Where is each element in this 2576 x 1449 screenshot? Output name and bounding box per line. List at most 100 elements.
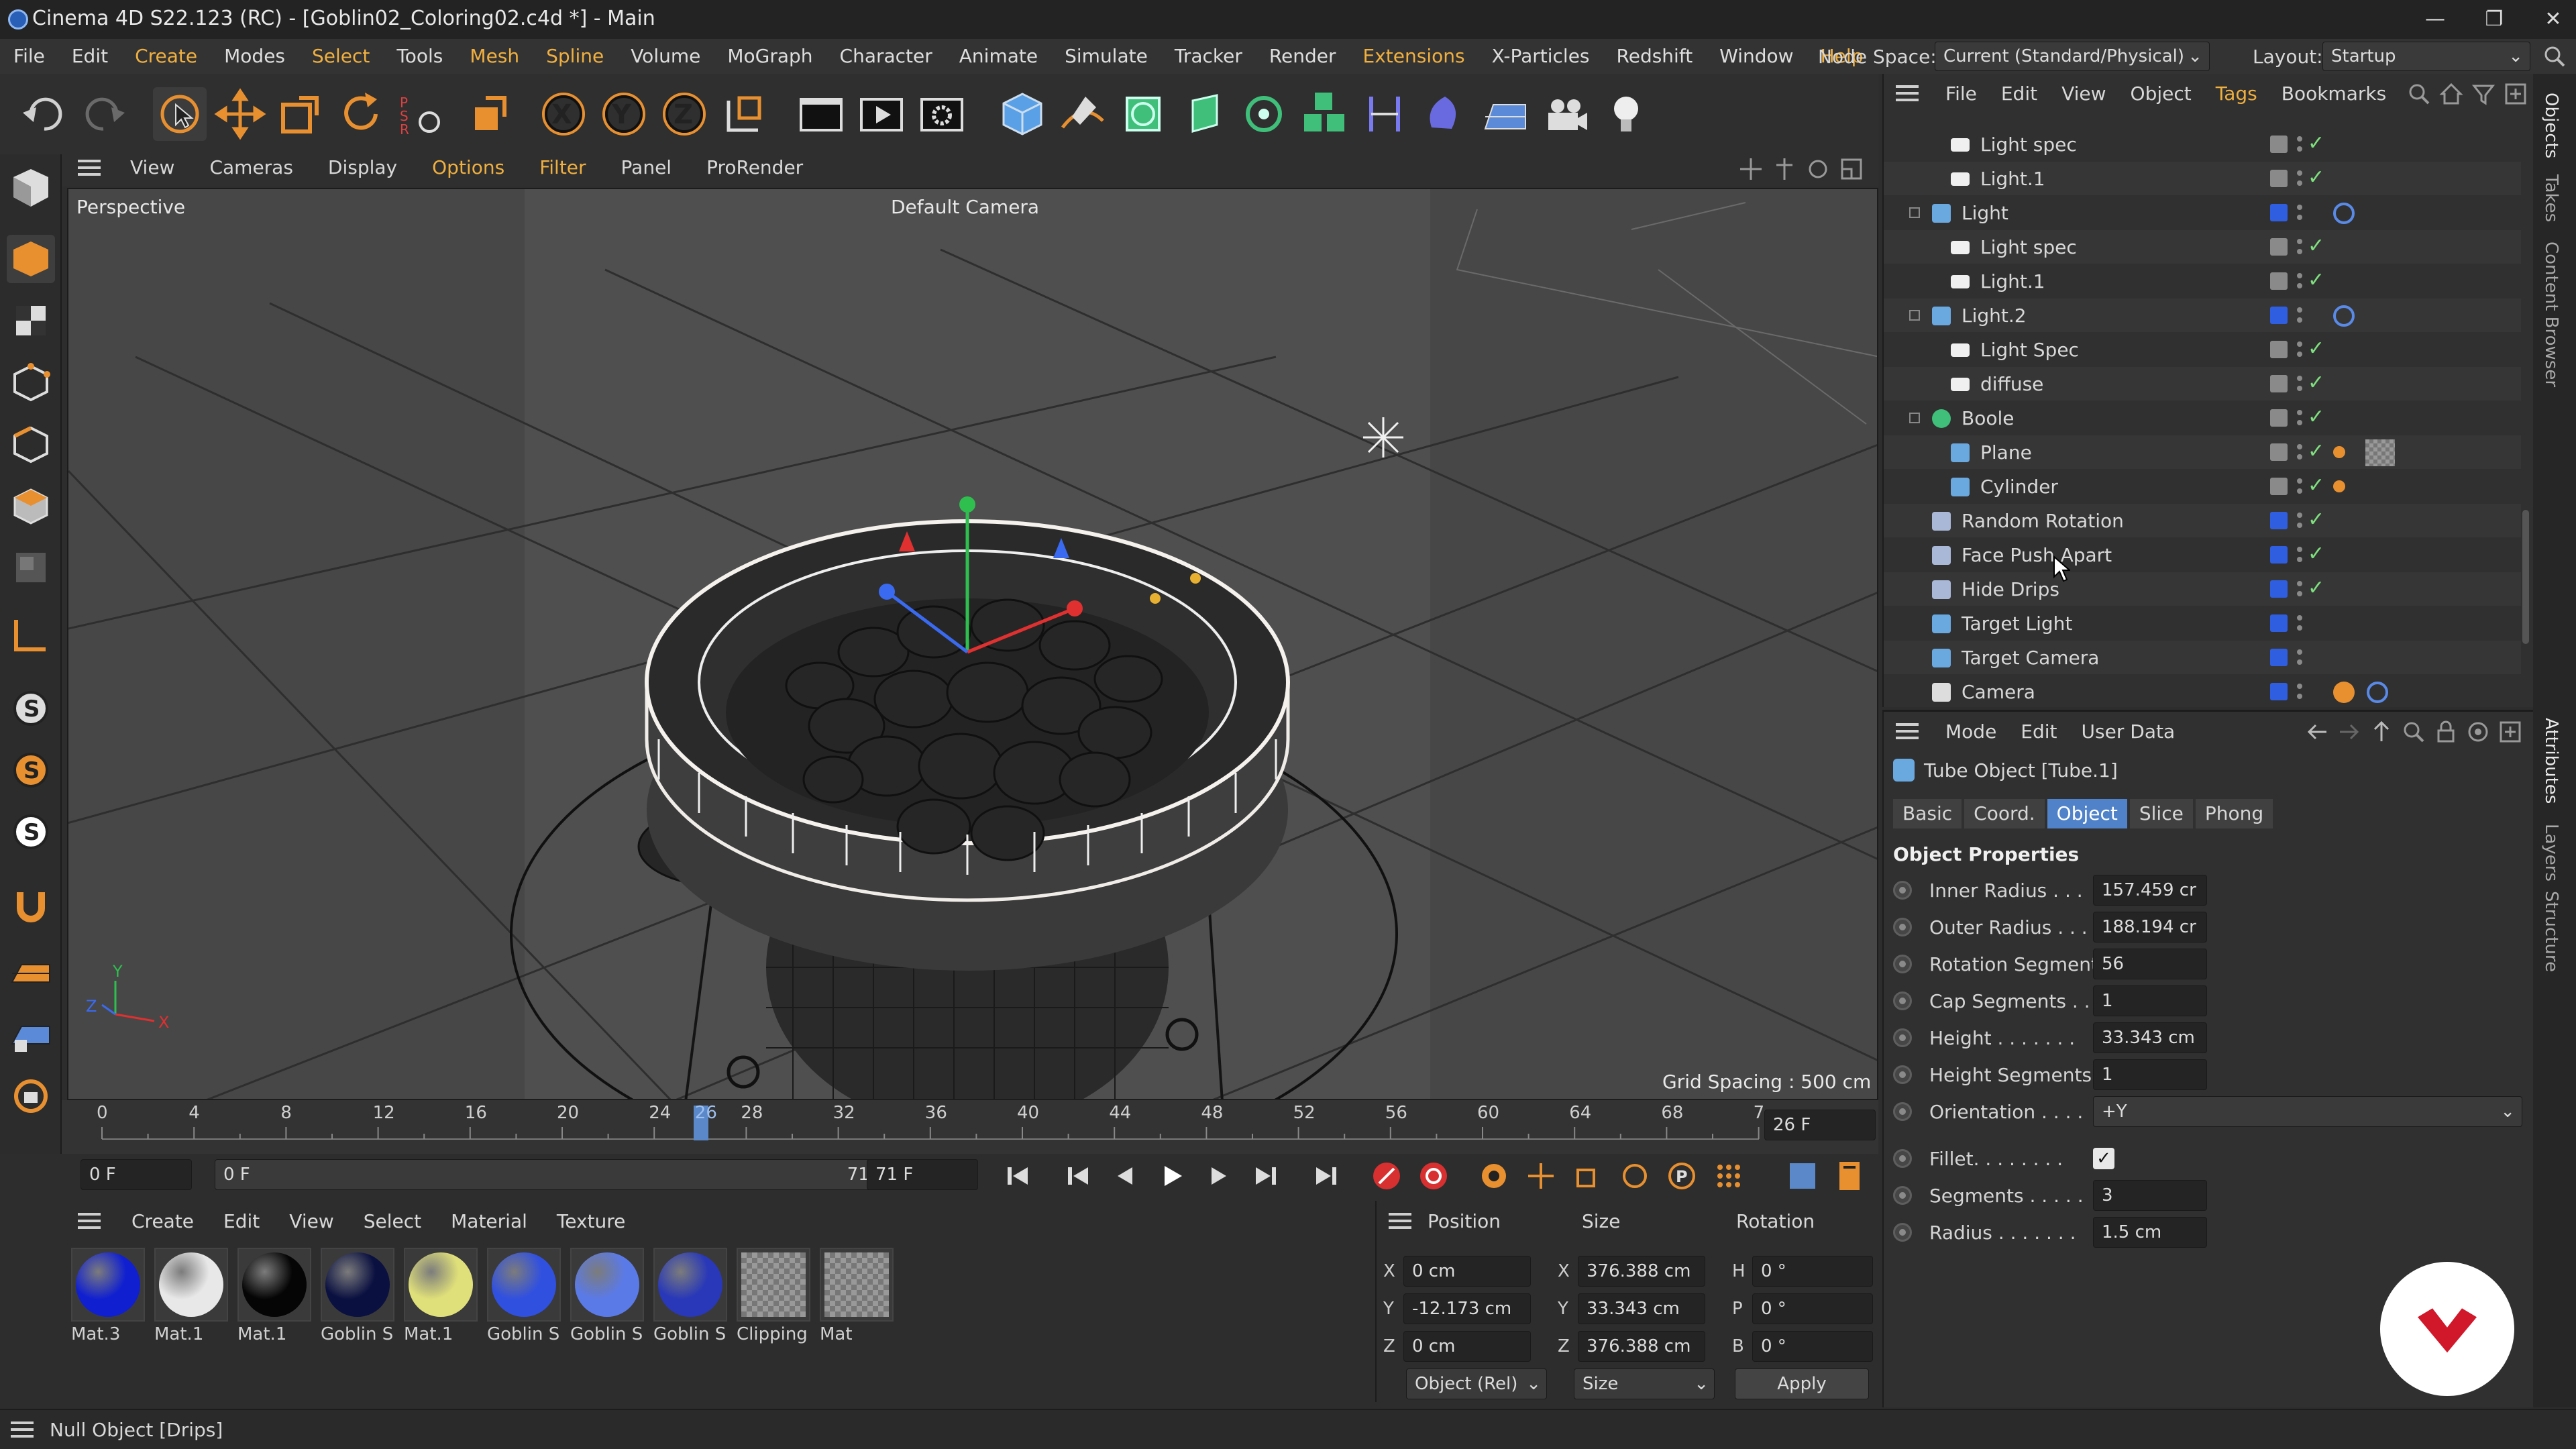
visibility-dots-icon[interactable] <box>2296 271 2304 291</box>
material-tag-icon[interactable] <box>2333 480 2345 492</box>
layer-color-swatch[interactable] <box>2270 546 2288 564</box>
zoom-view-icon[interactable] <box>1772 157 1796 181</box>
visibility-dots-icon[interactable] <box>2296 579 2304 599</box>
menu-spline[interactable]: Spline <box>533 39 617 74</box>
object-menu-view[interactable]: View <box>2049 83 2118 105</box>
snap-icon[interactable]: S <box>7 684 55 733</box>
cloner-icon[interactable] <box>1237 87 1291 141</box>
object-row[interactable]: Cylinder ✓ <box>1884 470 2521 503</box>
attribute-menu-user-data[interactable]: User Data <box>2070 720 2188 743</box>
side-tab-objects[interactable]: Objects <box>2541 93 2561 158</box>
home-icon[interactable] <box>2439 82 2463 106</box>
close-button[interactable]: ✕ <box>2526 4 2576 35</box>
subdivision-surface-icon[interactable] <box>1116 87 1170 141</box>
previous-key-icon[interactable] <box>1061 1159 1095 1193</box>
z-axis-lock-icon[interactable]: Z <box>657 87 711 141</box>
material-menu-view[interactable]: View <box>274 1210 348 1232</box>
key-position-icon[interactable] <box>1524 1159 1558 1193</box>
object-row[interactable]: Target Light <box>1884 606 2521 640</box>
texture-mode-icon[interactable] <box>7 297 55 345</box>
rotation-h-field[interactable]: 0 ° <box>1752 1256 1873 1287</box>
tab-basic[interactable]: Basic <box>1893 799 1962 828</box>
protection-tag-icon[interactable] <box>2333 682 2355 703</box>
search-icon[interactable] <box>2407 82 2431 106</box>
menu-file[interactable]: File <box>0 39 58 74</box>
next-frame-icon[interactable] <box>1202 1159 1236 1193</box>
rotate-view-icon[interactable] <box>1806 157 1830 181</box>
visibility-dots-icon[interactable] <box>2296 237 2304 257</box>
object-row[interactable]: Light spec ✓ <box>1884 230 2521 264</box>
menu-x-particles[interactable]: X-Particles <box>1479 39 1603 74</box>
animation-radio[interactable] <box>1893 1065 1912 1084</box>
layout-dropdown[interactable]: Startup ⌄ <box>2322 42 2530 71</box>
coordinate-system-icon[interactable] <box>718 87 771 141</box>
quantize-icon[interactable]: S <box>7 808 55 856</box>
menu-render[interactable]: Render <box>1256 39 1350 74</box>
timeline-end-frame-field[interactable]: 26 F <box>1764 1110 1876 1140</box>
magnet-icon[interactable] <box>7 879 55 927</box>
timeline-ruler[interactable]: 0 4 8 12 16 20 24 26 28 32 36 40 44 48 52 56 60 64 68 7 26 … <box>62 1100 1878 1154</box>
layer-color-swatch[interactable] <box>2270 443 2288 461</box>
size-mode-dropdown[interactable]: Size ⌄ <box>1574 1368 1715 1399</box>
visibility-dots-icon[interactable] <box>2296 168 2304 189</box>
back-arrow-icon[interactable] <box>2305 720 2329 744</box>
viewport-menu-display[interactable]: Display <box>311 149 415 186</box>
radius-field[interactable]: 1.5 cm <box>2093 1217 2207 1248</box>
layer-color-swatch[interactable] <box>2270 238 2288 256</box>
size-x-field[interactable]: 376.388 cm <box>1578 1256 1705 1287</box>
menu-window[interactable]: Window <box>1706 39 1807 74</box>
size-z-field[interactable]: 376.388 cm <box>1578 1331 1705 1362</box>
menu-edit[interactable]: Edit <box>58 39 121 74</box>
rotation-p-field[interactable]: 0 ° <box>1752 1293 1873 1324</box>
layer-color-swatch[interactable] <box>2270 614 2288 632</box>
visibility-dots-icon[interactable] <box>2296 203 2304 223</box>
object-name[interactable]: Target Light <box>1962 612 2072 635</box>
visibility-dots-icon[interactable] <box>2296 682 2304 702</box>
object-row[interactable]: Light spec ✓ <box>1884 127 2521 161</box>
render-settings-icon[interactable] <box>915 87 969 141</box>
coordinate-mode-dropdown[interactable]: Object (Rel) ⌄ <box>1406 1368 1547 1399</box>
search-icon[interactable] <box>2542 44 2567 68</box>
enabled-check-icon[interactable]: ✓ <box>2308 234 2324 258</box>
object-menu-icon[interactable] <box>1896 85 1919 101</box>
orientation-dropdown[interactable]: +Y ⌄ <box>2093 1096 2522 1127</box>
up-arrow-icon[interactable] <box>2369 720 2394 744</box>
object-name[interactable]: Boole <box>1962 407 2014 429</box>
viewport-menu-icon[interactable] <box>78 160 101 176</box>
enabled-check-icon[interactable]: ✓ <box>2308 166 2324 189</box>
node-space-dropdown[interactable]: Current (Standard/Physical) ⌄ <box>1935 42 2210 71</box>
snap-settings-icon[interactable]: S <box>7 746 55 794</box>
animation-radio[interactable] <box>1893 1028 1912 1047</box>
visibility-dots-icon[interactable] <box>2296 339 2304 360</box>
enabled-check-icon[interactable]: ✓ <box>2308 474 2324 497</box>
target-icon[interactable] <box>2466 720 2490 744</box>
material-tag-icon[interactable] <box>2333 446 2345 458</box>
viewport-3d[interactable]: Y X Z Perspective Default Camera Grid Sp… <box>67 188 1878 1100</box>
visibility-dots-icon[interactable] <box>2296 134 2304 154</box>
material-swatch[interactable]: Mat.1 <box>404 1248 483 1344</box>
polygons-mode-icon[interactable] <box>7 482 55 530</box>
previous-frame-icon[interactable] <box>1108 1159 1142 1193</box>
height-segments-field[interactable]: 1 <box>2093 1059 2207 1090</box>
object-row[interactable]: Target Camera <box>1884 641 2521 674</box>
go-to-start-icon[interactable] <box>1001 1159 1034 1193</box>
fillet-checkbox[interactable]: ✓ <box>2093 1148 2114 1169</box>
material-swatch[interactable]: Goblin S <box>653 1248 733 1344</box>
viewport-menu-cameras[interactable]: Cameras <box>192 149 310 186</box>
menu-create[interactable]: Create <box>121 39 211 74</box>
outer-radius-field[interactable]: 188.194 cr <box>2093 912 2207 943</box>
target-tag-icon[interactable] <box>2333 305 2355 327</box>
object-row[interactable]: Face Push Apart ✓ <box>1884 538 2521 572</box>
object-list-scrollbar[interactable] <box>2522 510 2529 644</box>
layer-color-swatch[interactable] <box>2270 204 2288 221</box>
menu-simulate[interactable]: Simulate <box>1051 39 1161 74</box>
enabled-check-icon[interactable]: ✓ <box>2308 542 2324 566</box>
object-name[interactable]: Light.1 <box>1980 270 2045 292</box>
camera-icon[interactable] <box>1539 87 1593 141</box>
object-row[interactable]: Light.1 ✓ <box>1884 264 2521 298</box>
visibility-dots-icon[interactable] <box>2296 647 2304 667</box>
layer-color-swatch[interactable] <box>2270 375 2288 392</box>
tab-phong[interactable]: Phong <box>2195 799 2273 828</box>
maximize-button[interactable]: ❐ <box>2467 4 2521 35</box>
object-name[interactable]: Light spec <box>1980 133 2077 156</box>
